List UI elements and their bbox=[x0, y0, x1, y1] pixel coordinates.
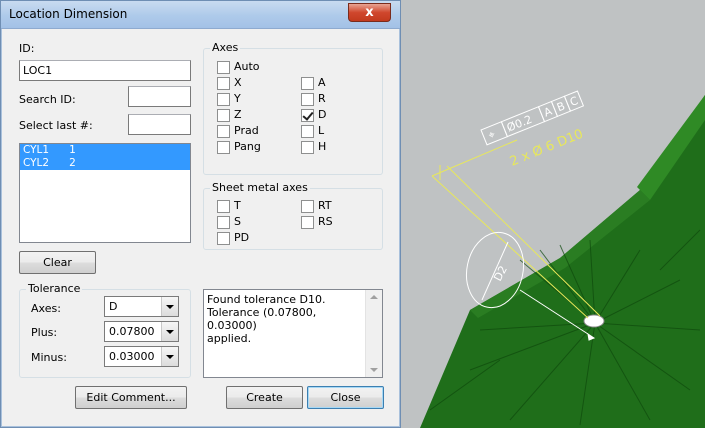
checkbox-pang[interactable] bbox=[217, 141, 230, 154]
checkbox-label-h: H bbox=[318, 140, 327, 153]
scroll-up-icon[interactable] bbox=[370, 295, 378, 299]
title-bar[interactable]: Location Dimension x bbox=[1, 1, 400, 29]
chevron-down-icon[interactable] bbox=[161, 347, 178, 366]
scroll-down-icon[interactable] bbox=[370, 368, 378, 372]
select-last-input[interactable] bbox=[128, 114, 191, 135]
checkbox-label-auto: Auto bbox=[234, 60, 260, 73]
id-label: ID: bbox=[19, 42, 35, 55]
sheet-metal-axes-group-title: Sheet metal axes bbox=[210, 181, 310, 194]
sheet-metal-axes-group: Sheet metal axes bbox=[203, 181, 383, 250]
search-id-label: Search ID: bbox=[19, 93, 76, 106]
checkbox-z[interactable] bbox=[217, 109, 230, 122]
checkbox-label-a: A bbox=[318, 76, 326, 89]
checkbox-label-r: R bbox=[318, 92, 326, 105]
tolerance-plus-value: 0.07800 bbox=[109, 325, 155, 338]
feature-name: CYL1 bbox=[23, 144, 50, 156]
edit-comment-button[interactable]: Edit Comment... bbox=[75, 386, 187, 409]
checkbox-s[interactable] bbox=[217, 216, 230, 229]
tolerance-axes-value: D bbox=[109, 300, 118, 313]
select-last-label: Select last #: bbox=[19, 119, 93, 132]
checkbox-label-prad: Prad bbox=[234, 124, 259, 137]
checkbox-x[interactable] bbox=[217, 77, 230, 90]
tolerance-axes-label: Axes: bbox=[31, 302, 61, 315]
clear-button[interactable]: Clear bbox=[19, 251, 96, 274]
feature-index: 1 bbox=[69, 144, 76, 156]
checkbox-t[interactable] bbox=[217, 200, 230, 213]
message-text: Found tolerance D10. Tolerance (0.07800,… bbox=[207, 293, 326, 345]
search-id-input[interactable] bbox=[128, 86, 191, 107]
checkbox-h[interactable] bbox=[301, 141, 314, 154]
checkbox-label-l: L bbox=[318, 124, 325, 137]
feature-index: 2 bbox=[69, 157, 76, 169]
checkbox-label-rs: RS bbox=[318, 215, 333, 228]
tolerance-minus-label: Minus: bbox=[31, 351, 67, 364]
close-icon: x bbox=[365, 5, 374, 20]
chevron-down-icon[interactable] bbox=[161, 297, 178, 316]
checkbox-label-y: Y bbox=[234, 92, 241, 105]
checkbox-pd[interactable] bbox=[217, 232, 230, 245]
axes-group-title: Axes bbox=[210, 41, 241, 54]
tolerance-plus-label: Plus: bbox=[31, 326, 58, 339]
checkbox-label-s: S bbox=[234, 215, 241, 228]
axes-group: Axes bbox=[203, 41, 383, 175]
checkbox-label-rt: RT bbox=[318, 199, 332, 212]
create-button[interactable]: Create bbox=[226, 386, 303, 409]
checkbox-l[interactable] bbox=[301, 125, 314, 138]
checkbox-rt[interactable] bbox=[301, 200, 314, 213]
tolerance-group-title: Tolerance bbox=[26, 282, 83, 295]
chevron-down-icon[interactable] bbox=[161, 322, 178, 341]
checkbox-label-d: D bbox=[318, 108, 327, 121]
list-item[interactable]: CYL2 2 bbox=[20, 157, 190, 170]
close-button[interactable]: Close bbox=[307, 386, 384, 409]
checkbox-label-x: X bbox=[234, 76, 242, 89]
checkbox-d[interactable] bbox=[301, 109, 314, 122]
checkbox-label-t: T bbox=[234, 199, 241, 212]
tolerance-minus-value: 0.03000 bbox=[109, 350, 155, 363]
checkbox-prad[interactable] bbox=[217, 125, 230, 138]
checkbox-auto[interactable] bbox=[217, 61, 230, 74]
message-scrollbar[interactable] bbox=[365, 290, 382, 377]
location-dimension-dialog: Location Dimension x ID: LOC1 Search ID:… bbox=[0, 0, 401, 428]
checkbox-label-pd: PD bbox=[234, 231, 250, 244]
checkbox-y[interactable] bbox=[217, 93, 230, 106]
checkbox-a[interactable] bbox=[301, 77, 314, 90]
checkbox-label-z: Z bbox=[234, 108, 242, 121]
tolerance-axes-select[interactable]: D bbox=[104, 296, 179, 317]
feature-listbox[interactable]: CYL1 1 CYL2 2 bbox=[19, 143, 191, 243]
checkbox-label-pang: Pang bbox=[234, 140, 261, 153]
window-close-button[interactable]: x bbox=[348, 3, 391, 22]
tolerance-minus-select[interactable]: 0.03000 bbox=[104, 346, 179, 367]
checkbox-rs[interactable] bbox=[301, 216, 314, 229]
checkbox-r[interactable] bbox=[301, 93, 314, 106]
window-title: Location Dimension bbox=[9, 7, 128, 21]
message-box[interactable]: Found tolerance D10. Tolerance (0.07800,… bbox=[203, 289, 383, 378]
dialog-body: ID: LOC1 Search ID: Select last #: CYL1 … bbox=[7, 29, 394, 422]
id-input[interactable]: LOC1 bbox=[19, 60, 191, 81]
list-item[interactable]: CYL1 1 bbox=[20, 144, 190, 157]
tolerance-plus-select[interactable]: 0.07800 bbox=[104, 321, 179, 342]
feature-name: CYL2 bbox=[23, 157, 50, 169]
